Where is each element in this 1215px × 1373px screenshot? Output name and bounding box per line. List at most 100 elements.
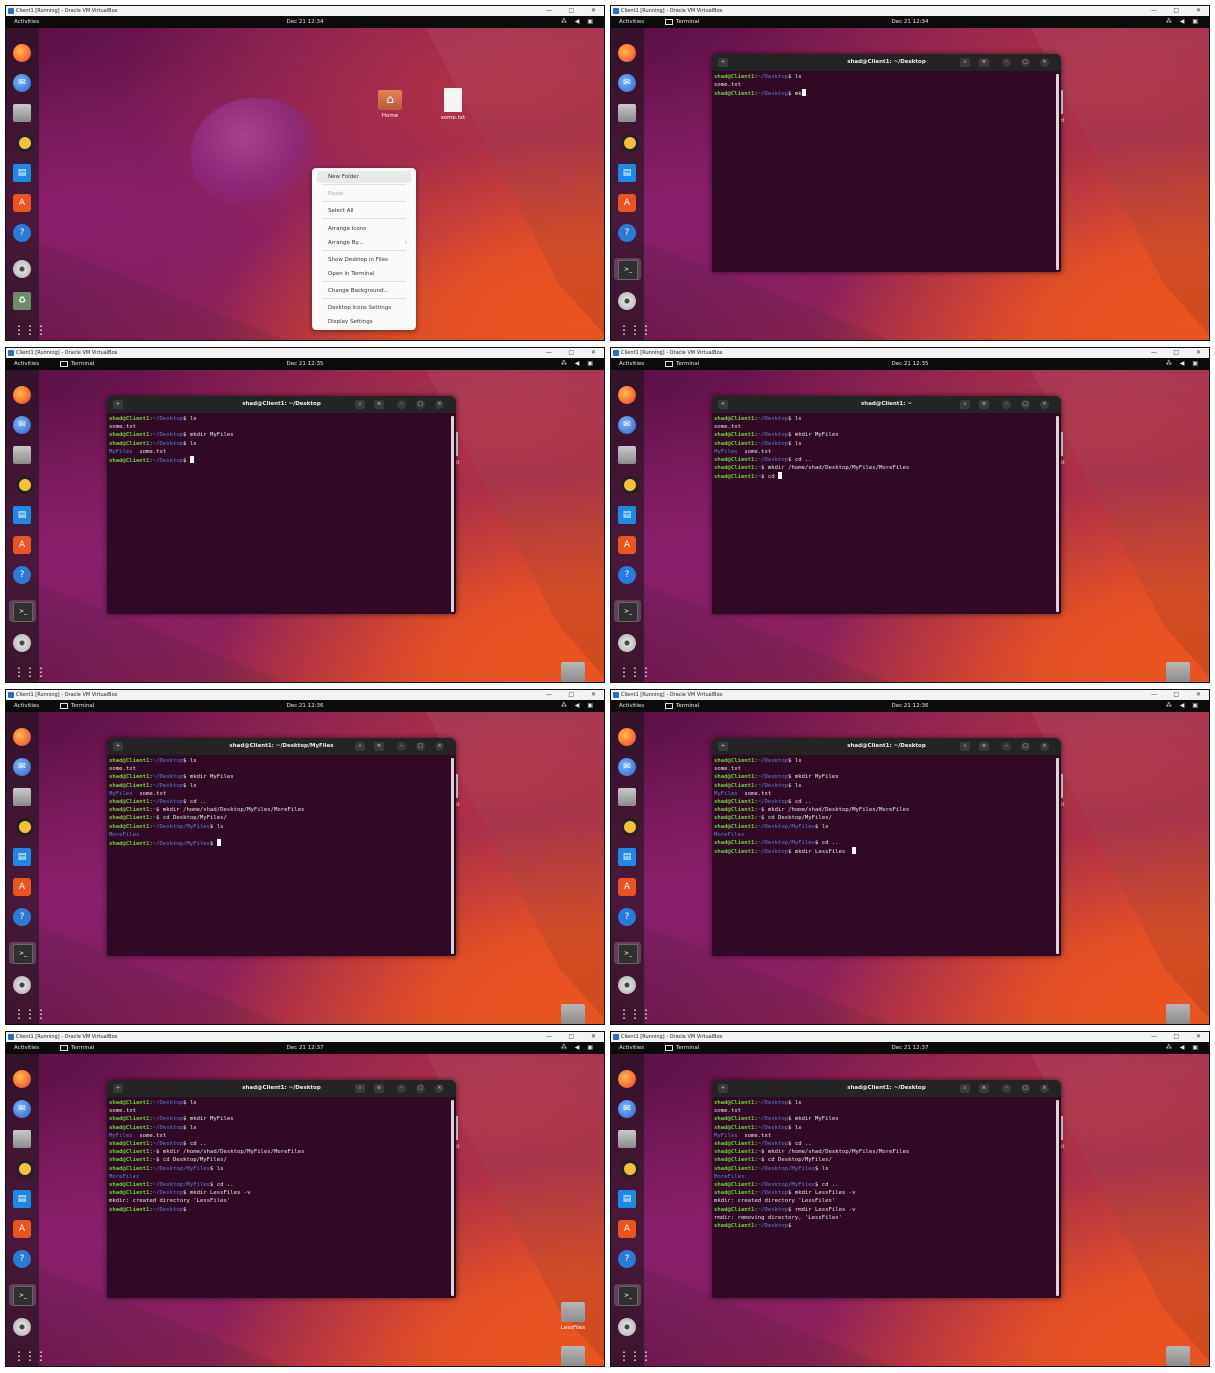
desktop-home-icon[interactable]: Home xyxy=(368,90,412,119)
minimize-button[interactable]: – xyxy=(1002,1084,1011,1093)
terminal-icon[interactable]: >_ xyxy=(618,602,638,622)
minimize-button[interactable]: — xyxy=(546,690,552,700)
close-button[interactable]: ✕ xyxy=(591,348,596,358)
new-tab-button[interactable]: + xyxy=(718,58,728,67)
terminal-output[interactable]: shad@Client1:~/Desktop$ ls some.txt shad@C… xyxy=(714,73,1053,270)
hamburger-menu-icon[interactable]: ≡ xyxy=(979,58,989,67)
menu-item-arrange-by[interactable]: Arrange By... › xyxy=(317,237,411,249)
rhythmbox-icon[interactable] xyxy=(16,134,34,152)
firefox-icon[interactable] xyxy=(618,386,636,404)
terminal-window[interactable]: + shad@Client1: ~/Desktop ⌕ ≡ – □ × shad@Client… xyxy=(712,1080,1061,1298)
system-tray[interactable]: ⁂ ◀ ▣ xyxy=(1166,1042,1201,1054)
rhythmbox-icon[interactable] xyxy=(621,1160,639,1178)
system-tray[interactable]: ⁂ ◀ ▣ xyxy=(1166,700,1201,712)
menu-item-new-folder[interactable]: New Folder xyxy=(317,171,411,183)
minimize-button[interactable]: — xyxy=(546,6,552,16)
maximize-button[interactable]: □ xyxy=(1173,6,1179,16)
minimize-button[interactable]: – xyxy=(1002,58,1011,67)
writer-icon[interactable]: ▤ xyxy=(13,506,31,524)
new-tab-button[interactable]: + xyxy=(718,742,728,751)
maximize-button[interactable]: □ xyxy=(568,690,574,700)
maximize-button[interactable]: □ xyxy=(416,742,425,751)
terminal-window[interactable]: + shad@Client1: ~ ⌕ ≡ – □ × shad@Client1:~/Desk… xyxy=(712,396,1061,614)
terminal-scrollbar[interactable] xyxy=(1056,758,1059,954)
minimize-button[interactable]: – xyxy=(1002,400,1011,409)
app-grid-icon[interactable]: ⋮⋮⋮ xyxy=(13,1347,47,1365)
files-icon[interactable] xyxy=(618,1130,636,1148)
thunderbird-icon[interactable]: ✉ xyxy=(618,758,636,776)
minimize-button[interactable]: — xyxy=(546,348,552,358)
thunderbird-icon[interactable]: ✉ xyxy=(618,74,636,92)
files-icon[interactable] xyxy=(13,104,31,122)
new-tab-button[interactable]: + xyxy=(718,1084,728,1093)
terminal-icon[interactable]: >_ xyxy=(618,1286,638,1306)
software-icon[interactable]: A xyxy=(618,536,636,554)
desktop-file-icon[interactable]: some.txt xyxy=(431,88,475,121)
terminal-output[interactable]: shad@Client1:~/Desktop$ ls some.txt shad@C… xyxy=(714,415,1053,612)
maximize-button[interactable]: □ xyxy=(568,1032,574,1042)
maximize-button[interactable]: □ xyxy=(1021,58,1030,67)
firefox-icon[interactable] xyxy=(13,386,31,404)
minimize-button[interactable]: – xyxy=(397,400,406,409)
terminal-output[interactable]: shad@Client1:~/Desktop$ ls some.txt shad@C… xyxy=(109,415,448,612)
software-icon[interactable]: A xyxy=(618,878,636,896)
help-icon[interactable]: ? xyxy=(13,566,31,584)
firefox-icon[interactable] xyxy=(13,728,31,746)
desktop-myfiles-folder[interactable]: MyFiles xyxy=(1156,1346,1200,1366)
app-grid-icon[interactable]: ⋮⋮⋮ xyxy=(618,1005,652,1023)
dvd-icon[interactable] xyxy=(618,634,636,652)
hamburger-menu-icon[interactable]: ≡ xyxy=(979,1084,989,1093)
close-button[interactable]: ✕ xyxy=(591,1032,596,1042)
dvd-icon[interactable] xyxy=(13,976,31,994)
hamburger-menu-icon[interactable]: ≡ xyxy=(374,400,384,409)
new-tab-button[interactable]: + xyxy=(113,742,123,751)
maximize-button[interactable]: □ xyxy=(1021,400,1030,409)
terminal-output[interactable]: shad@Client1:~/Desktop$ ls some.txt shad@C… xyxy=(714,757,1053,954)
search-icon[interactable]: ⌕ xyxy=(960,1084,970,1093)
minimize-button[interactable]: — xyxy=(546,1032,552,1042)
clock[interactable]: Dec 21 12:34 xyxy=(6,16,604,28)
hamburger-menu-icon[interactable]: ≡ xyxy=(374,742,384,751)
firefox-icon[interactable] xyxy=(618,44,636,62)
files-icon[interactable] xyxy=(13,788,31,806)
close-button[interactable]: × xyxy=(435,400,444,409)
terminal-scrollbar[interactable] xyxy=(1056,416,1059,612)
system-tray[interactable]: ⁂ ◀ ▣ xyxy=(561,1042,596,1054)
clock[interactable]: Dec 21 12:36 xyxy=(6,700,604,712)
minimize-button[interactable]: – xyxy=(397,1084,406,1093)
close-button[interactable]: × xyxy=(1040,58,1049,67)
menu-item-desktop-icons-settings[interactable]: Desktop Icons Settings xyxy=(317,302,411,314)
search-icon[interactable]: ⌕ xyxy=(960,58,970,67)
maximize-button[interactable]: □ xyxy=(1173,690,1179,700)
maximize-button[interactable]: □ xyxy=(568,6,574,16)
system-tray[interactable]: ⁂ ◀ ▣ xyxy=(1166,16,1201,28)
thunderbird-icon[interactable]: ✉ xyxy=(13,416,31,434)
help-icon[interactable]: ? xyxy=(618,566,636,584)
app-grid-icon[interactable]: ⋮⋮⋮ xyxy=(618,321,652,339)
dvd-icon[interactable] xyxy=(618,1318,636,1336)
close-button[interactable]: × xyxy=(1040,400,1049,409)
terminal-icon[interactable]: >_ xyxy=(13,944,33,964)
desktop-myfiles-folder[interactable]: MyFiles xyxy=(551,662,595,682)
thunderbird-icon[interactable]: ✉ xyxy=(618,1100,636,1118)
minimize-button[interactable]: — xyxy=(1151,690,1157,700)
close-button[interactable]: ✕ xyxy=(1196,348,1201,358)
system-tray[interactable]: ⁂ ◀ ▣ xyxy=(561,700,596,712)
rhythmbox-icon[interactable] xyxy=(621,818,639,836)
writer-icon[interactable]: ▤ xyxy=(618,506,636,524)
clock[interactable]: Dec 21 12:37 xyxy=(6,1042,604,1054)
rhythmbox-icon[interactable] xyxy=(621,476,639,494)
search-icon[interactable]: ⌕ xyxy=(960,400,970,409)
terminal-window[interactable]: + shad@Client1: ~/Desktop ⌕ ≡ – □ × shad@Client… xyxy=(107,396,456,614)
terminal-window[interactable]: + shad@Client1: ~/Desktop/MyFiles ⌕ ≡ – □ × sha… xyxy=(107,738,456,956)
desktop-myfiles-folder[interactable]: MyFiles xyxy=(1156,662,1200,682)
search-icon[interactable]: ⌕ xyxy=(355,742,365,751)
desktop-myfiles-folder[interactable]: MyFiles xyxy=(1156,1000,1200,1024)
clock[interactable]: Dec 21 12:35 xyxy=(611,358,1209,370)
terminal-output[interactable]: shad@Client1:~/Desktop$ ls some.txt shad@C… xyxy=(109,1099,448,1296)
rhythmbox-icon[interactable] xyxy=(16,476,34,494)
rhythmbox-icon[interactable] xyxy=(16,818,34,836)
close-button[interactable]: × xyxy=(435,742,444,751)
rhythmbox-icon[interactable] xyxy=(621,134,639,152)
minimize-button[interactable]: – xyxy=(397,742,406,751)
